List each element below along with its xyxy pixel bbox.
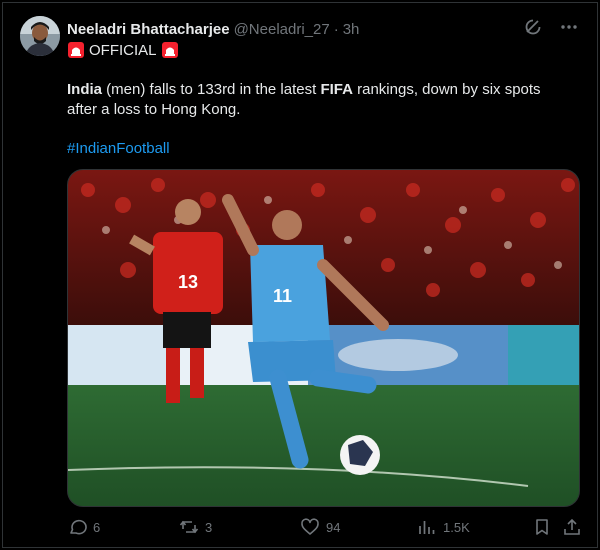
share-icon bbox=[562, 517, 582, 537]
reply-count: 6 bbox=[93, 519, 101, 535]
reply-icon bbox=[67, 517, 87, 537]
header-actions bbox=[523, 17, 579, 37]
tweet-text: India (men) falls to 133rd in the latest… bbox=[67, 80, 567, 120]
text-segment: India bbox=[67, 81, 103, 98]
grok-icon[interactable] bbox=[523, 17, 543, 37]
bookmark-icon bbox=[532, 517, 552, 537]
separator-dot: · bbox=[333, 20, 339, 38]
front-player-number: 11 bbox=[273, 286, 292, 306]
bookmark-button[interactable] bbox=[532, 515, 552, 539]
reply-button[interactable]: 6 bbox=[67, 515, 100, 539]
hashtag-link[interactable]: #IndianFootball bbox=[67, 140, 170, 157]
tweet-image[interactable]: 13 11 bbox=[67, 169, 580, 507]
more-icon[interactable] bbox=[559, 17, 579, 37]
repost-count: 3 bbox=[205, 519, 213, 535]
tagline-text: OFFICIAL bbox=[89, 41, 157, 59]
views-icon bbox=[417, 517, 437, 537]
tweet-header: Neeladri Bhattacharjee @Neeladri_27 · 3h bbox=[67, 18, 537, 40]
views-button[interactable]: 1.5K bbox=[417, 515, 470, 539]
back-player-number: 13 bbox=[178, 272, 198, 292]
author-name[interactable]: Neeladri Bhattacharjee bbox=[67, 21, 230, 38]
action-bar: 6 3 94 1.5K bbox=[67, 515, 585, 539]
views-count: 1.5K bbox=[443, 519, 470, 535]
like-icon bbox=[300, 517, 320, 537]
text-segment: (men) falls to 133rd in the latest bbox=[102, 81, 321, 98]
repost-button[interactable]: 3 bbox=[179, 515, 212, 539]
siren-icon bbox=[161, 41, 179, 59]
like-button[interactable]: 94 bbox=[300, 515, 340, 539]
like-count: 94 bbox=[326, 519, 341, 535]
tweet-card[interactable]: Neeladri Bhattacharjee @Neeladri_27 · 3h bbox=[2, 2, 598, 548]
text-segment: FIFA bbox=[320, 81, 353, 98]
timestamp[interactable]: 3h bbox=[343, 21, 360, 38]
author-handle[interactable]: @Neeladri_27 bbox=[234, 21, 330, 38]
avatar[interactable] bbox=[20, 16, 60, 56]
share-button[interactable] bbox=[562, 515, 582, 539]
siren-icon bbox=[67, 41, 85, 59]
author-tagline: OFFICIAL bbox=[67, 40, 179, 60]
repost-icon bbox=[179, 517, 199, 537]
